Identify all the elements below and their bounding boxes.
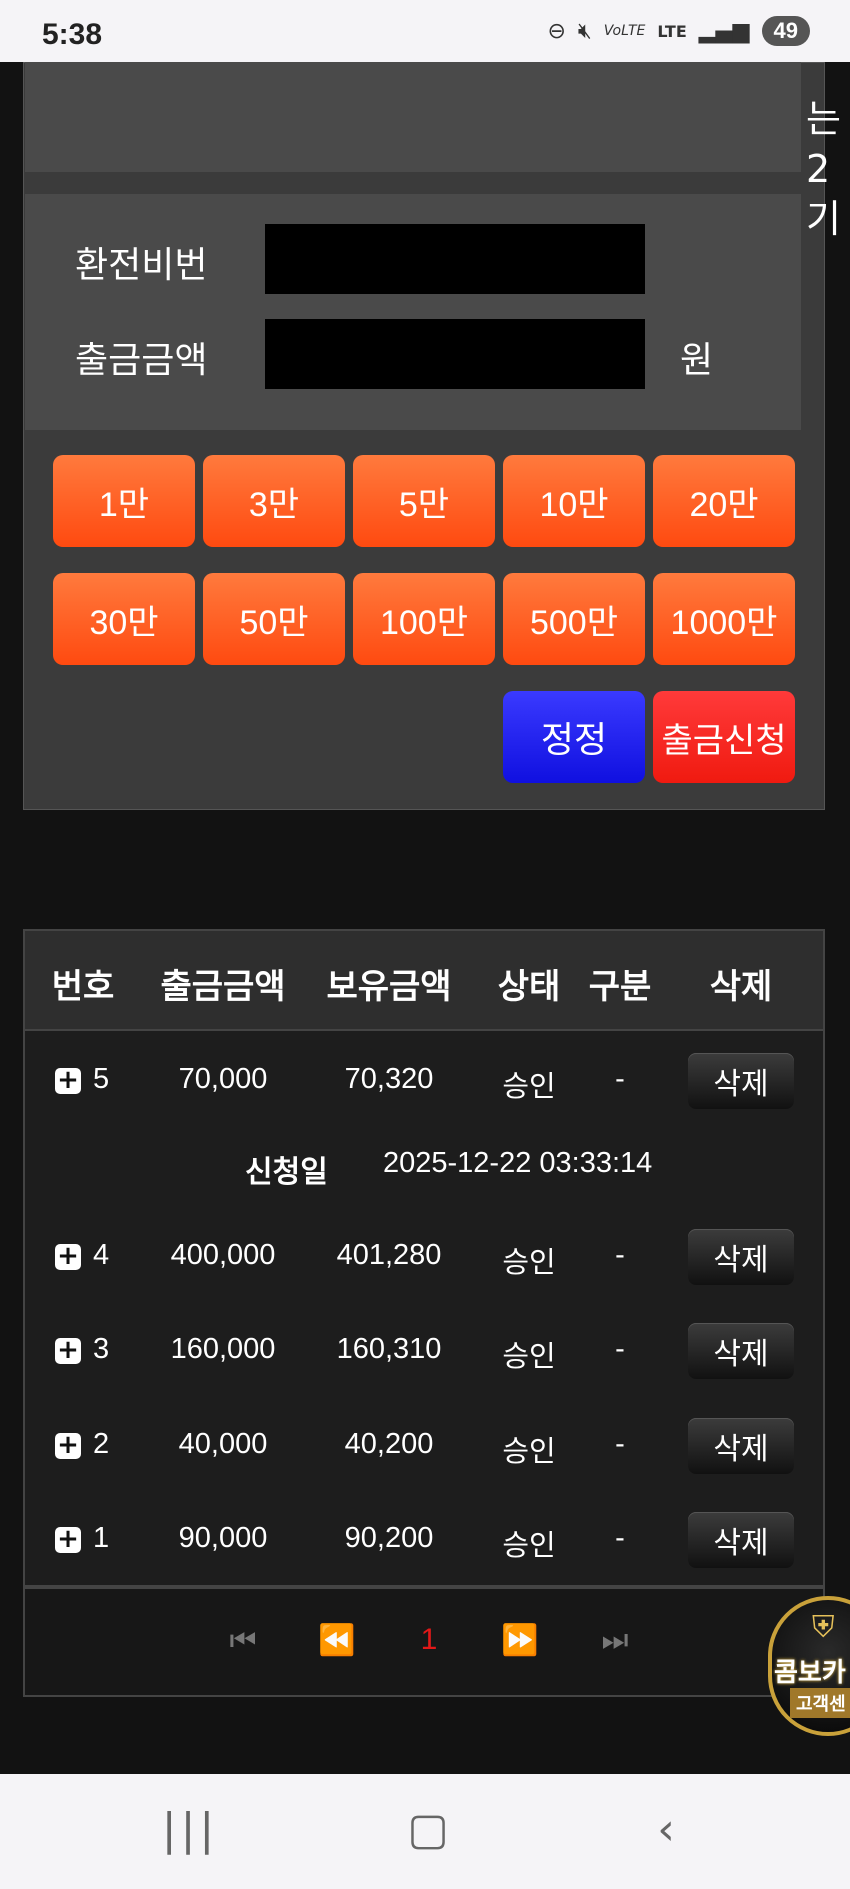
battery-level: 49 [761, 16, 810, 46]
side-text-line-2: 기 [806, 197, 841, 241]
amount-button-50k[interactable]: 5만 [353, 455, 495, 547]
request-date-label: 신청일 [245, 1155, 328, 1190]
row-detail: 신청일 2025-12-22 03:33:14 [25, 1139, 823, 1190]
amount-button-5m[interactable]: 500만 [503, 573, 645, 665]
pagination: ⏮ ⏪ 1 ⏩ ⏭ [23, 1587, 825, 1697]
row-status: 승인 [502, 1069, 556, 1103]
status-bar: 5:38 ⊖ 🔇︎ VoLTE LTE ▂▄▆ 49 [0, 0, 850, 62]
shield-icon: ⛨ [812, 1610, 835, 1645]
pin-field[interactable] [265, 224, 645, 294]
row-number: 2 [93, 1428, 110, 1460]
amount-unit: 원 [680, 340, 714, 381]
row-number: 1 [93, 1522, 110, 1554]
home-icon[interactable]: ▢ [407, 1804, 449, 1855]
col-header-amount: 출금금액 [160, 967, 286, 1007]
row-number: 4 [93, 1239, 110, 1271]
expand-plus-icon[interactable]: + [55, 1067, 81, 1094]
col-header-type: 구분 [588, 967, 652, 1007]
row-number: 5 [93, 1063, 110, 1095]
delete-button[interactable]: 삭제 [688, 1229, 794, 1285]
table-row: + 2 40,000 40,200 승인 - 삭제 [25, 1416, 823, 1476]
row-amount: 70,000 [178, 1063, 268, 1095]
table-row: + 3 160,000 160,310 승인 - 삭제 [25, 1321, 823, 1381]
expand-plus-icon[interactable]: + [55, 1526, 81, 1553]
col-header-no: 번호 [51, 967, 115, 1007]
volte-icon: VoLTE [603, 23, 646, 39]
col-header-delete: 삭제 [709, 967, 773, 1007]
amount-button-10k[interactable]: 1만 [53, 455, 195, 547]
row-type: - [615, 1239, 625, 1271]
amount-button-300k[interactable]: 30만 [53, 573, 195, 665]
delete-button[interactable]: 삭제 [688, 1053, 794, 1109]
system-nav-bar: ||| ▢ ‹ [0, 1774, 850, 1889]
expand-plus-icon[interactable]: + [55, 1432, 81, 1459]
withdraw-history-table: 번호 출금금액 보유금액 상태 구분 삭제 + 5 70,000 70,320 … [23, 929, 825, 1587]
row-balance: 160,310 [336, 1333, 442, 1365]
pin-row: 환전비번 [25, 224, 801, 294]
recent-apps-icon[interactable]: ||| [162, 1804, 218, 1855]
row-type: - [615, 1522, 625, 1554]
table-row: + 4 400,000 401,280 승인 - 삭제 [25, 1227, 823, 1287]
row-amount: 160,000 [170, 1333, 276, 1365]
last-page-icon[interactable]: ⏭ [602, 1623, 629, 1658]
side-text-line-1: 는2 [806, 97, 841, 191]
next-page-icon[interactable]: ⏩ [501, 1623, 538, 1658]
expand-plus-icon[interactable]: + [55, 1243, 81, 1270]
amount-button-30k[interactable]: 3만 [203, 455, 345, 547]
row-status: 승인 [502, 1528, 556, 1562]
delete-button[interactable]: 삭제 [688, 1512, 794, 1568]
row-status: 승인 [502, 1245, 556, 1279]
back-icon[interactable]: ‹ [657, 1804, 675, 1855]
pin-label: 환전비번 [75, 245, 208, 286]
prev-page-icon[interactable]: ⏪ [318, 1623, 355, 1658]
delete-button[interactable]: 삭제 [688, 1323, 794, 1379]
row-balance: 90,200 [344, 1522, 434, 1554]
amount-label: 출금금액 [75, 340, 208, 381]
row-balance: 401,280 [336, 1239, 442, 1271]
first-page-icon[interactable]: ⏮ [230, 1623, 257, 1658]
status-time: 5:38 [42, 18, 103, 51]
row-type: - [615, 1428, 625, 1460]
page-current[interactable]: 1 [421, 1623, 438, 1657]
status-icons: ⊖ 🔇︎ VoLTE LTE ▂▄▆ 49 [547, 16, 810, 46]
expand-plus-icon[interactable]: + [55, 1337, 81, 1364]
row-amount: 90,000 [178, 1522, 268, 1554]
network-type: LTE [657, 21, 687, 41]
amount-button-500k[interactable]: 50만 [203, 573, 345, 665]
col-header-status: 상태 [497, 967, 561, 1007]
row-status: 승인 [502, 1434, 556, 1468]
row-balance: 70,320 [344, 1063, 434, 1095]
withdraw-submit-button[interactable]: 출금신청 [653, 691, 795, 783]
mute-icon: 🔇︎ [577, 18, 592, 44]
amount-button-10m[interactable]: 1000만 [653, 573, 795, 665]
reset-button[interactable]: 정정 [503, 691, 645, 783]
amount-button-200k[interactable]: 20만 [653, 455, 795, 547]
delete-button[interactable]: 삭제 [688, 1418, 794, 1474]
table-row: + 5 70,000 70,320 승인 - 삭제 [25, 1051, 823, 1111]
dnd-icon: ⊖ [547, 18, 566, 44]
row-amount: 40,000 [178, 1428, 268, 1460]
request-date-value: 2025-12-22 03:33:14 [383, 1147, 653, 1179]
amount-button-100k[interactable]: 10만 [503, 455, 645, 547]
table-row: + 1 90,000 90,200 승인 - 삭제 [25, 1510, 823, 1570]
row-number: 3 [93, 1333, 110, 1365]
row-type: - [615, 1333, 625, 1365]
withdraw-form: 환전비번 출금금액 원 [25, 194, 801, 430]
row-balance: 40,200 [344, 1428, 434, 1460]
row-type: - [615, 1063, 625, 1095]
top-info-box [25, 62, 801, 172]
amount-row: 출금금액 원 [25, 319, 801, 389]
amount-button-1m[interactable]: 100만 [353, 573, 495, 665]
table-header: 번호 출금금액 보유금액 상태 구분 삭제 [25, 931, 823, 1031]
amount-field[interactable] [265, 319, 645, 389]
row-status: 승인 [502, 1339, 556, 1373]
signal-icon: ▂▄▆ [698, 18, 750, 44]
badge-subtitle: 고객센 [790, 1688, 850, 1718]
badge-title: 콤보카 [774, 1658, 846, 1688]
row-amount: 400,000 [170, 1239, 276, 1271]
col-header-balance: 보유금액 [326, 967, 452, 1007]
side-text: 는2 기 [806, 94, 850, 244]
